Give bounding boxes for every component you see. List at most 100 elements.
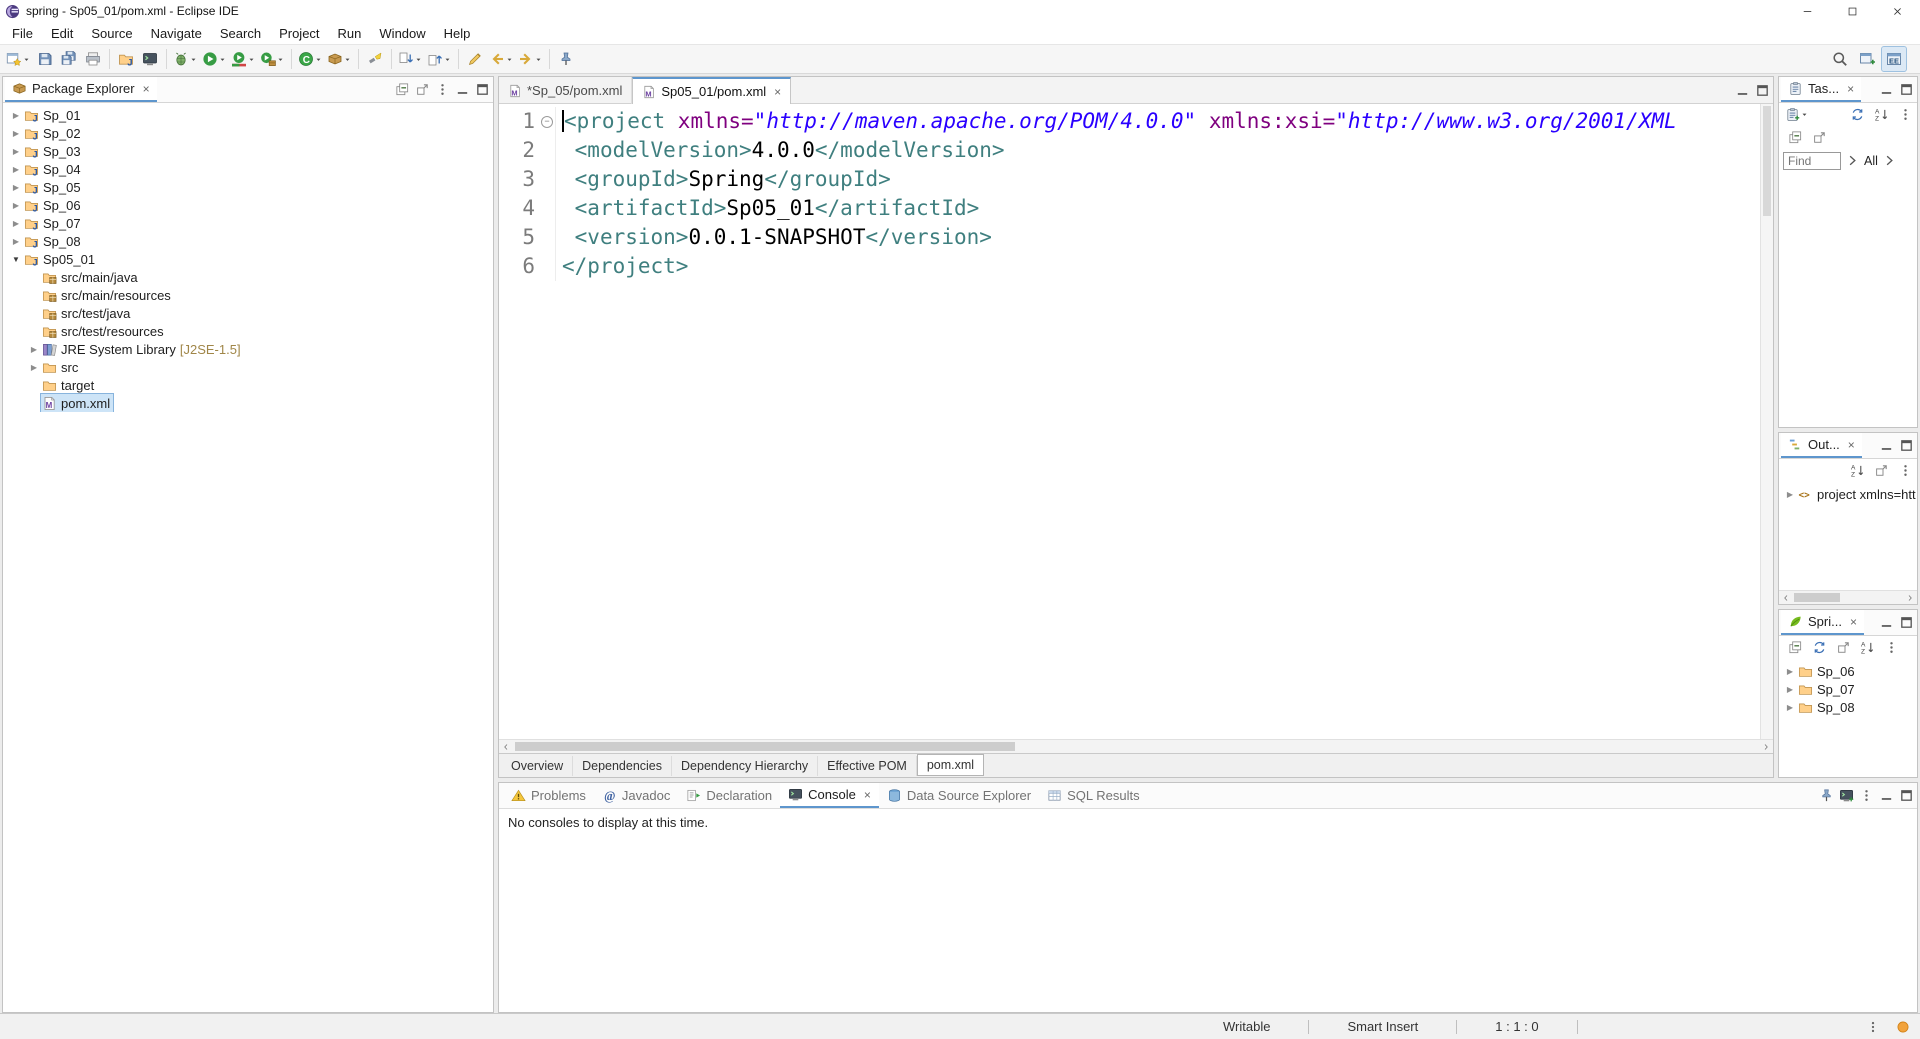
tree-item-sp-03[interactable]: ▶ J Sp_03 xyxy=(3,142,493,160)
notification-icon[interactable] xyxy=(1896,1020,1910,1034)
menu-project[interactable]: Project xyxy=(270,22,328,44)
expand-arrow-icon[interactable]: ▶ xyxy=(9,111,23,120)
scroll-left-icon[interactable] xyxy=(499,740,513,754)
console-tab-data-source-explorer[interactable]: Data Source Explorer xyxy=(879,783,1039,808)
dropdown-arrow-icon[interactable] xyxy=(314,51,323,67)
dropdown-arrow-icon[interactable] xyxy=(218,51,227,67)
console-tab-javadoc[interactable]: @ Javadoc xyxy=(594,783,678,808)
code-line[interactable]: </project> xyxy=(562,252,1760,281)
menu-navigate[interactable]: Navigate xyxy=(142,22,211,44)
new-wizard-button[interactable] xyxy=(4,47,33,71)
tree-item-sp-06[interactable]: ▶ J Sp_06 xyxy=(3,196,493,214)
code-line[interactable]: <project xmlns="http://maven.apache.org/… xyxy=(562,107,1760,136)
new-java-project-button[interactable]: J xyxy=(114,47,138,71)
maximize-button[interactable] xyxy=(1899,615,1914,630)
tree-item-src-test-java[interactable]: src/test/java xyxy=(3,304,493,322)
code-line[interactable]: <modelVersion>4.0.0</modelVersion> xyxy=(562,136,1760,165)
back-button[interactable] xyxy=(487,47,516,71)
spring-project-sp-08[interactable]: ▶ Sp_08 xyxy=(1779,698,1917,716)
vscroll-thumb[interactable] xyxy=(1763,106,1771,216)
dropdown-arrow-icon[interactable] xyxy=(505,51,514,67)
expand-arrow-icon[interactable]: ▶ xyxy=(1783,667,1797,676)
open-terminal-button[interactable] xyxy=(138,47,162,71)
outline-tab[interactable]: Out... × xyxy=(1781,433,1862,458)
console-tab-sql-results[interactable]: SQL Results xyxy=(1039,783,1148,808)
previous-annotation-button[interactable] xyxy=(425,47,454,71)
close-icon[interactable]: × xyxy=(864,788,871,802)
new-class-button[interactable]: C xyxy=(296,47,325,71)
task-list-tab[interactable]: Tas... × xyxy=(1781,77,1862,102)
expand-arrow-icon[interactable]: ▶ xyxy=(9,147,23,156)
collapse-all-button[interactable] xyxy=(395,82,410,97)
link-with-editor-button[interactable] xyxy=(1836,640,1851,655)
spring-explorer-tab[interactable]: Spri... × xyxy=(1781,610,1864,635)
debug-button[interactable] xyxy=(171,47,200,71)
maximize-button[interactable] xyxy=(1899,82,1914,97)
pom-tab-pom-xml[interactable]: pom.xml xyxy=(916,753,985,776)
console-tab-console[interactable]: Console × xyxy=(780,783,879,808)
dropdown-arrow-icon[interactable] xyxy=(1800,107,1809,123)
tree-item-sp-02[interactable]: ▶ J Sp_02 xyxy=(3,124,493,142)
link-with-editor-button[interactable] xyxy=(1874,463,1889,478)
dropdown-arrow-icon[interactable] xyxy=(22,51,31,67)
expand-arrow-icon[interactable]: ▶ xyxy=(27,345,41,354)
expand-arrow-icon[interactable]: ▶ xyxy=(27,363,41,372)
task-find-input[interactable] xyxy=(1783,151,1841,170)
tree-item-pom-xml[interactable]: Mpom.xml xyxy=(3,393,493,412)
xml-editor[interactable]: 1−2 3 4 5 6 <project xmlns="http://maven.apa… xyxy=(499,104,1773,739)
new-task-button[interactable] xyxy=(1783,105,1811,125)
scroll-right-icon[interactable] xyxy=(1903,591,1917,605)
expand-arrow-icon[interactable]: ▶ xyxy=(1783,703,1797,712)
close-icon[interactable]: × xyxy=(1848,438,1855,452)
new-package-button[interactable] xyxy=(325,47,354,71)
menu-source[interactable]: Source xyxy=(82,22,141,44)
last-edit-location-button[interactable] xyxy=(463,47,487,71)
close-icon[interactable]: × xyxy=(774,85,781,99)
dropdown-arrow-icon[interactable] xyxy=(343,51,352,67)
menu-search[interactable]: Search xyxy=(211,22,270,44)
next-annotation-button[interactable] xyxy=(396,47,425,71)
tree-item-src-test-resources[interactable]: src/test/resources xyxy=(3,322,493,340)
dropdown-arrow-icon[interactable] xyxy=(189,51,198,67)
maximize-button[interactable] xyxy=(475,82,490,97)
window-close-button[interactable] xyxy=(1875,0,1920,22)
dropdown-arrow-icon[interactable] xyxy=(534,51,543,67)
scroll-right-icon[interactable] xyxy=(1759,740,1773,754)
maximize-button[interactable] xyxy=(1755,83,1770,98)
external-tools-button[interactable] xyxy=(258,47,287,71)
console-tab-problems[interactable]: Problems xyxy=(503,783,594,808)
collapse-all-button[interactable] xyxy=(1788,130,1803,145)
run-button[interactable] xyxy=(200,47,229,71)
expand-arrow-icon[interactable]: ▶ xyxy=(9,219,23,228)
editor-tab-sp-05-pom-xml[interactable]: M *Sp_05/pom.xml xyxy=(499,77,633,104)
expand-arrow-icon[interactable]: ▶ xyxy=(1783,685,1797,694)
close-icon[interactable]: × xyxy=(143,82,150,96)
menu-edit[interactable]: Edit xyxy=(42,22,82,44)
maximize-button[interactable] xyxy=(1899,438,1914,453)
view-menu-button[interactable] xyxy=(1898,463,1913,478)
dropdown-arrow-icon[interactable] xyxy=(443,51,452,67)
java-ee-perspective-button[interactable]: EE xyxy=(1881,46,1907,72)
pom-tab-dependency-hierarchy[interactable]: Dependency Hierarchy xyxy=(672,755,819,776)
close-icon[interactable]: × xyxy=(1850,615,1857,629)
pin-editor-button[interactable] xyxy=(554,47,578,71)
minimize-button[interactable] xyxy=(1735,83,1750,98)
open-perspective-button[interactable] xyxy=(1855,47,1879,71)
hscroll-thumb[interactable] xyxy=(1794,593,1840,602)
search-flashlight-button[interactable] xyxy=(363,47,387,71)
menu-window[interactable]: Window xyxy=(370,22,434,44)
tree-item-src-main-resources[interactable]: src/main/resources xyxy=(3,286,493,304)
overflow-dots-icon[interactable] xyxy=(1866,1020,1880,1034)
hscroll-thumb[interactable] xyxy=(515,742,1015,751)
tree-item-sp-07[interactable]: ▶ J Sp_07 xyxy=(3,214,493,232)
save-all-button[interactable] xyxy=(57,47,81,71)
forward-button[interactable] xyxy=(516,47,545,71)
sort-az-button[interactable]: AZ xyxy=(1850,463,1865,478)
link-with-editor-button[interactable] xyxy=(1812,130,1827,145)
expand-arrow-icon[interactable]: ▶ xyxy=(9,165,23,174)
outline-hscrollbar[interactable] xyxy=(1779,590,1917,604)
editor-vscrollbar[interactable] xyxy=(1760,104,1773,739)
tree-item-sp-05[interactable]: ▶ J Sp_05 xyxy=(3,178,493,196)
expand-arrow-icon[interactable]: ▶ xyxy=(9,183,23,192)
sync-button[interactable] xyxy=(1812,640,1827,655)
